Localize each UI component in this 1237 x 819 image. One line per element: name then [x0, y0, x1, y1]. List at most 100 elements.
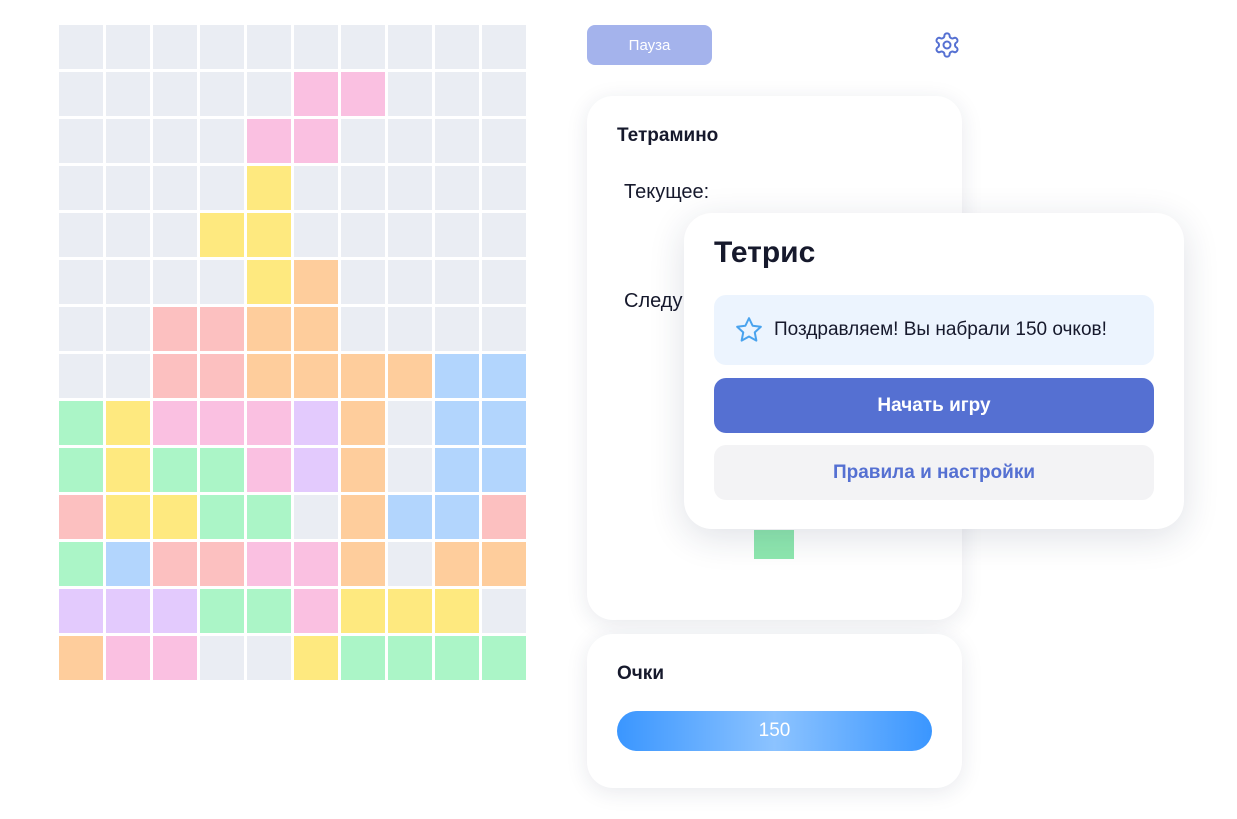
- board-cell-empty: [59, 307, 103, 351]
- board-cell-empty: [341, 25, 385, 69]
- board-cell-empty: [200, 72, 244, 116]
- board-cell-filled: [59, 495, 103, 539]
- board-cell-filled: [106, 448, 150, 492]
- board-cell-filled: [106, 401, 150, 445]
- board-cell-empty: [388, 401, 432, 445]
- board-cell-filled: [106, 636, 150, 680]
- next-piece-label: Следу: [624, 290, 683, 312]
- board-cell-filled: [59, 401, 103, 445]
- board-cell-empty: [153, 166, 197, 210]
- board-cell-filled: [388, 495, 432, 539]
- board-cell-filled: [59, 542, 103, 586]
- board-cell-empty: [106, 213, 150, 257]
- board-cell-empty: [247, 72, 291, 116]
- board-cell-empty: [200, 260, 244, 304]
- board-cell-filled: [247, 119, 291, 163]
- board-cell-empty: [388, 448, 432, 492]
- board-cell-filled: [247, 354, 291, 398]
- rules-settings-button[interactable]: Правила и настройки: [714, 445, 1154, 500]
- board-cell-filled: [341, 636, 385, 680]
- board-cell-empty: [388, 213, 432, 257]
- board-cell-empty: [247, 636, 291, 680]
- board-cell-filled: [200, 542, 244, 586]
- board-cell-filled: [247, 166, 291, 210]
- board-cell-empty: [435, 119, 479, 163]
- pause-button[interactable]: Пауза: [587, 25, 712, 65]
- board-cell-filled: [200, 401, 244, 445]
- board-cell-empty: [341, 119, 385, 163]
- board-cell-filled: [106, 542, 150, 586]
- board-cell-empty: [482, 72, 526, 116]
- board-cell-filled: [153, 448, 197, 492]
- board-cell-filled: [435, 354, 479, 398]
- board-cell-empty: [106, 25, 150, 69]
- board-cell-filled: [482, 401, 526, 445]
- board-cell-filled: [341, 448, 385, 492]
- board-cell-filled: [294, 636, 338, 680]
- board-cell-filled: [294, 542, 338, 586]
- board-cell-filled: [294, 119, 338, 163]
- board-cell-filled: [153, 307, 197, 351]
- board-cell-filled: [294, 72, 338, 116]
- score-card-title: Очки: [617, 663, 664, 684]
- board-cell-empty: [200, 636, 244, 680]
- board-cell-filled: [435, 448, 479, 492]
- board-cell-empty: [341, 213, 385, 257]
- board-cell-empty: [294, 166, 338, 210]
- board-cell-empty: [153, 72, 197, 116]
- board-cell-filled: [247, 448, 291, 492]
- board-cell-empty: [106, 354, 150, 398]
- board-cell-filled: [153, 636, 197, 680]
- board-cell-filled: [388, 589, 432, 633]
- board-cell-filled: [200, 495, 244, 539]
- board-cell-filled: [294, 354, 338, 398]
- board-cell-empty: [294, 495, 338, 539]
- board-cell-empty: [59, 260, 103, 304]
- game-board: [59, 25, 530, 686]
- board-cell-empty: [59, 25, 103, 69]
- board-cell-empty: [294, 25, 338, 69]
- board-cell-filled: [59, 448, 103, 492]
- board-cell-filled: [106, 495, 150, 539]
- board-cell-empty: [388, 25, 432, 69]
- board-cell-filled: [388, 636, 432, 680]
- board-cell-empty: [341, 307, 385, 351]
- board-cell-filled: [294, 260, 338, 304]
- board-cell-empty: [59, 166, 103, 210]
- board-cell-empty: [153, 25, 197, 69]
- board-cell-filled: [247, 260, 291, 304]
- board-cell-empty: [59, 72, 103, 116]
- board-cell-filled: [482, 495, 526, 539]
- board-cell-empty: [388, 72, 432, 116]
- board-cell-filled: [200, 213, 244, 257]
- board-cell-empty: [153, 213, 197, 257]
- board-cell-empty: [200, 25, 244, 69]
- star-icon: [734, 315, 764, 345]
- board-cell-filled: [435, 636, 479, 680]
- gear-icon[interactable]: [931, 29, 963, 61]
- board-cell-filled: [59, 636, 103, 680]
- board-cell-filled: [247, 589, 291, 633]
- board-cell-empty: [294, 213, 338, 257]
- score-value: 150: [617, 711, 932, 751]
- start-game-button[interactable]: Начать игру: [714, 378, 1154, 433]
- board-cell-empty: [106, 119, 150, 163]
- board-cell-filled: [247, 213, 291, 257]
- board-cell-empty: [200, 166, 244, 210]
- board-cell-filled: [482, 448, 526, 492]
- board-cell-filled: [482, 636, 526, 680]
- board-cell-filled: [247, 542, 291, 586]
- board-cell-empty: [388, 119, 432, 163]
- board-cell-empty: [247, 25, 291, 69]
- board-cell-filled: [153, 542, 197, 586]
- board-cell-filled: [153, 589, 197, 633]
- board-cell-empty: [59, 213, 103, 257]
- board-cell-empty: [388, 307, 432, 351]
- board-cell-filled: [247, 495, 291, 539]
- board-cell-filled: [435, 495, 479, 539]
- board-cell-empty: [59, 354, 103, 398]
- board-cell-filled: [341, 542, 385, 586]
- board-cell-filled: [247, 401, 291, 445]
- board-cell-filled: [435, 401, 479, 445]
- board-cell-empty: [153, 119, 197, 163]
